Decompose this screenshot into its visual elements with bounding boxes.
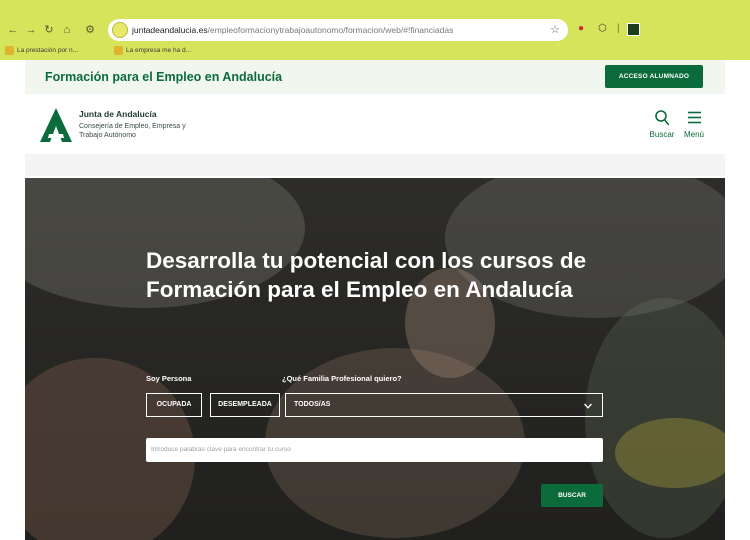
familia-label: ¿Qué Familia Profesional quiero? [282,374,402,383]
chevron-down-icon [584,403,592,409]
site-title[interactable]: Formación para el Empleo en Andalucía [45,60,282,94]
bookmark-favicon-icon [5,45,14,55]
keyword-search-input[interactable]: Introduce palabras clave para encontrar … [146,438,603,462]
toolbar-divider: | [617,23,620,34]
profile-avatar-icon[interactable] [627,23,640,36]
familia-select[interactable]: TODOS/AS [285,393,603,417]
menu-label: Menú [683,130,704,139]
persona-label: Soy Persona [146,374,192,383]
bookmark-favicon-icon [114,45,123,55]
hero-title: Desarrolla tu potencial con los cursos d… [146,248,587,302]
department-name: Consejería de Empleo, Empresa y Trabajo … [79,123,186,139]
menu-button[interactable]: Menú [679,108,709,142]
site-header: Junta de Andalucía Consejería de Empleo,… [25,94,725,154]
tune-icon[interactable]: ⚙ [82,18,98,42]
familia-selected-value: TODOS/AS [294,401,331,408]
search-icon [655,110,669,126]
org-name: Junta de Andalucía [79,109,157,119]
bookmark-item[interactable]: La empresa me ha d... [114,44,191,58]
forward-icon[interactable]: → [23,18,39,42]
url-text[interactable]: juntadeandalucia.es/empleoformacionytrab… [132,19,453,41]
site-info-icon[interactable] [112,22,128,38]
extensions-puzzle-icon[interactable]: ⬡ [598,22,607,36]
page: Formación para el Empleo en Andalucía AC… [25,60,725,540]
acceso-alumnado-button[interactable]: ACCESO ALUMNADO [605,65,703,88]
ocupada-option[interactable]: OCUPADA [146,393,202,417]
hero-photo [25,178,725,540]
back-icon[interactable]: ← [5,18,21,42]
browser-window: ← → ↻ ⌂ ⚙ juntadeandalucia.es/empleoform… [0,0,750,540]
buscar-button[interactable]: BUSCAR [541,484,603,507]
reload-icon[interactable]: ↻ [41,18,57,42]
search-button[interactable]: Buscar [647,108,677,142]
extension-apple-icon[interactable]: ● [578,22,584,36]
hamburger-menu-icon [688,111,701,124]
search-label: Buscar [649,130,675,139]
site-topbar: Formación para el Empleo en Andalucía AC… [25,60,725,94]
desempleada-option[interactable]: DESEMPLEADA [210,393,280,417]
secondary-bar [25,154,725,176]
hero-banner: Desarrolla tu potencial con los cursos d… [25,178,725,540]
address-bar[interactable]: juntadeandalucia.es/empleoformacionytrab… [108,19,568,41]
bookmark-star-icon[interactable]: ☆ [550,19,560,41]
home-icon[interactable]: ⌂ [59,18,75,42]
bookmark-item[interactable]: La prestación por n... [5,44,78,58]
browser-chrome: ← → ↻ ⌂ ⚙ juntadeandalucia.es/empleoform… [0,0,750,60]
junta-logo-icon[interactable] [40,108,72,142]
